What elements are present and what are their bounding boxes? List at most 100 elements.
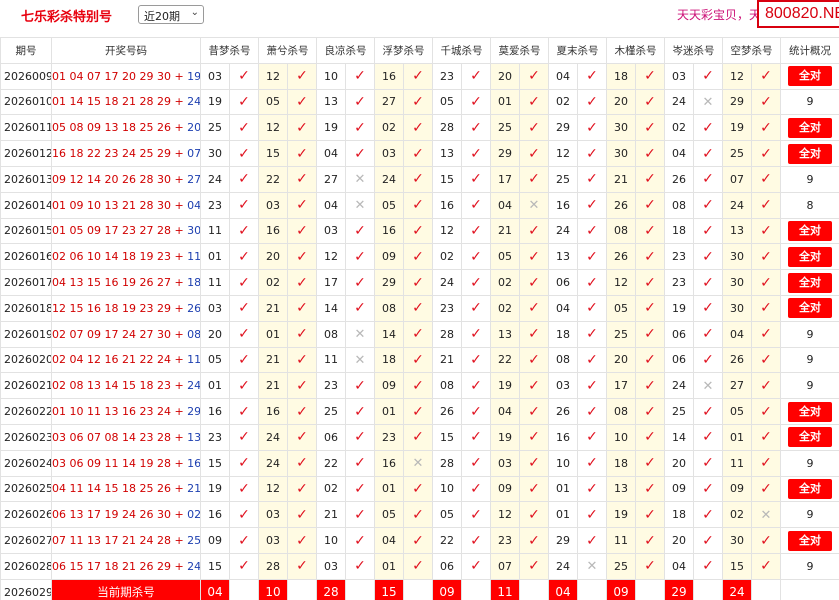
result-mark-cell: ✓ — [751, 346, 781, 374]
check-icon: ✓ — [586, 455, 598, 472]
check-icon: ✓ — [412, 93, 424, 110]
check-icon: ✓ — [296, 300, 308, 317]
kill-number-cell: 04 — [490, 398, 520, 425]
result-mark-cell: ✓ — [519, 269, 549, 296]
result-mark-cell: ✓ — [229, 475, 259, 503]
result-mark-cell: ✕ — [577, 552, 607, 580]
check-icon: ✓ — [586, 403, 598, 420]
result-mark-cell: ✓ — [577, 294, 607, 322]
kill-number-cell: 20 — [606, 346, 636, 374]
draw-numbers: 06 13 17 19 24 26 30 + — [52, 508, 188, 522]
kill-number-cell: 08 — [606, 217, 636, 245]
check-icon: ✓ — [644, 403, 656, 420]
column-header: 期号 — [0, 37, 52, 64]
special-number: 30 — [187, 224, 201, 238]
check-icon: ✓ — [412, 480, 424, 497]
check-icon: ✓ — [296, 222, 308, 239]
kill-number-cell: 02 — [490, 269, 520, 296]
result-mark-cell: ✓ — [751, 269, 781, 296]
issue-cell: 2026012 — [0, 140, 52, 167]
result-mark-cell: ✓ — [287, 501, 317, 529]
cross-icon: ✕ — [586, 559, 598, 575]
kill-number-cell: 02 — [490, 294, 520, 322]
check-icon: ✓ — [470, 197, 482, 214]
result-mark-cell: ✓ — [345, 269, 375, 296]
table-row: 2026020 02 04 12 16 21 22 24 + 11 05 ✓ 21 ✓ 11… — [0, 346, 839, 374]
all-correct-badge: 全对 — [788, 298, 832, 319]
result-mark-cell: ✓ — [519, 62, 549, 90]
kill-number-cell: 05 — [374, 501, 404, 529]
draw-numbers-cell: 02 04 12 16 21 22 24 + 11 — [51, 346, 201, 374]
table-row: 2026021 02 08 13 14 15 18 23 + 24 01 ✓ 21 ✓ 23… — [0, 372, 839, 400]
current-kill-number: 15 — [374, 578, 404, 600]
page-title: 七乐彩杀特别号 — [21, 10, 113, 25]
kill-number-cell: 28 — [432, 320, 462, 348]
draw-numbers-cell: 12 15 16 18 19 23 29 + 26 — [51, 294, 201, 322]
check-icon: ✓ — [586, 171, 598, 188]
check-icon: ✓ — [528, 351, 540, 368]
check-icon: ✓ — [760, 455, 772, 472]
draw-numbers-cell: 01 04 07 17 20 29 30 + 19 — [51, 62, 201, 90]
check-icon: ✓ — [644, 197, 656, 214]
check-icon: ✓ — [644, 171, 656, 188]
draw-numbers-cell: 03 06 09 11 14 19 28 + 16 — [51, 449, 201, 477]
result-mark-cell: ✓ — [229, 294, 259, 322]
empty-cell — [287, 578, 317, 600]
stat-cell: 全对 — [780, 527, 839, 554]
stat-cell: 9 — [780, 552, 839, 580]
result-mark-cell: ✓ — [751, 320, 781, 348]
kill-number-cell: 20 — [664, 449, 694, 477]
check-icon: ✓ — [238, 429, 250, 446]
result-mark-cell: ✓ — [693, 62, 723, 90]
draw-numbers: 02 04 12 16 21 22 24 + — [52, 353, 188, 367]
check-icon: ✓ — [528, 248, 540, 265]
result-mark-cell: ✓ — [519, 346, 549, 374]
result-mark-cell: ✓ — [461, 294, 491, 322]
draw-numbers-cell: 07 11 13 17 21 24 28 + 25 — [51, 527, 201, 554]
check-icon: ✓ — [702, 326, 714, 343]
kill-number-cell: 20 — [200, 320, 230, 348]
table-row: 2026023 03 06 07 08 14 23 28 + 13 23 ✓ 24 ✓ 06… — [0, 423, 839, 451]
promo-link[interactable]: 天天彩宝贝，天 — [677, 6, 761, 23]
kill-number-cell: 01 — [548, 501, 578, 529]
check-icon: ✓ — [702, 506, 714, 523]
result-mark-cell: ✓ — [403, 165, 433, 193]
result-mark-cell: ✓ — [461, 527, 491, 554]
site-badge[interactable]: 800820.NET — [757, 0, 839, 28]
cross-icon: ✕ — [354, 352, 366, 368]
issue-cell: 2026011 — [0, 114, 52, 142]
check-icon: ✓ — [412, 274, 424, 291]
result-mark-cell: ✓ — [751, 398, 781, 425]
kill-number-cell: 14 — [664, 423, 694, 451]
kill-number-cell: 24 — [432, 269, 462, 296]
issue-cell: 2026010 — [0, 88, 52, 116]
result-mark-cell: ✓ — [635, 372, 665, 400]
kill-number-cell: 03 — [200, 294, 230, 322]
kill-number-cell: 05 — [490, 243, 520, 271]
kill-number-cell: 08 — [432, 372, 462, 400]
period-select[interactable]: 近20期 ⌄ — [138, 5, 204, 24]
kill-number-cell: 23 — [316, 372, 346, 400]
check-icon: ✓ — [644, 300, 656, 317]
kill-number-cell: 04 — [490, 191, 520, 219]
table-row: 2026025 04 11 14 15 18 25 26 + 21 19 ✓ 12 ✓ 02… — [0, 475, 839, 503]
result-mark-cell: ✓ — [345, 372, 375, 400]
check-icon: ✓ — [470, 558, 482, 575]
draw-numbers: 03 06 07 08 14 23 28 + — [52, 430, 188, 444]
result-mark-cell: ✓ — [693, 501, 723, 529]
check-icon: ✓ — [702, 274, 714, 291]
kill-number-cell: 11 — [316, 346, 346, 374]
check-icon: ✓ — [644, 480, 656, 497]
check-icon: ✓ — [586, 145, 598, 162]
kill-number-cell: 30 — [722, 294, 752, 322]
check-icon: ✓ — [760, 403, 772, 420]
kill-number-cell: 16 — [258, 398, 288, 425]
check-icon: ✓ — [296, 377, 308, 394]
stat-cell: 8 — [780, 191, 839, 219]
result-mark-cell: ✓ — [287, 191, 317, 219]
kill-number-cell: 16 — [374, 217, 404, 245]
check-icon: ✓ — [702, 197, 714, 214]
result-mark-cell: ✓ — [693, 320, 723, 348]
draw-numbers-cell: 05 08 09 13 18 25 26 + 20 — [51, 114, 201, 142]
result-mark-cell: ✓ — [461, 552, 491, 580]
